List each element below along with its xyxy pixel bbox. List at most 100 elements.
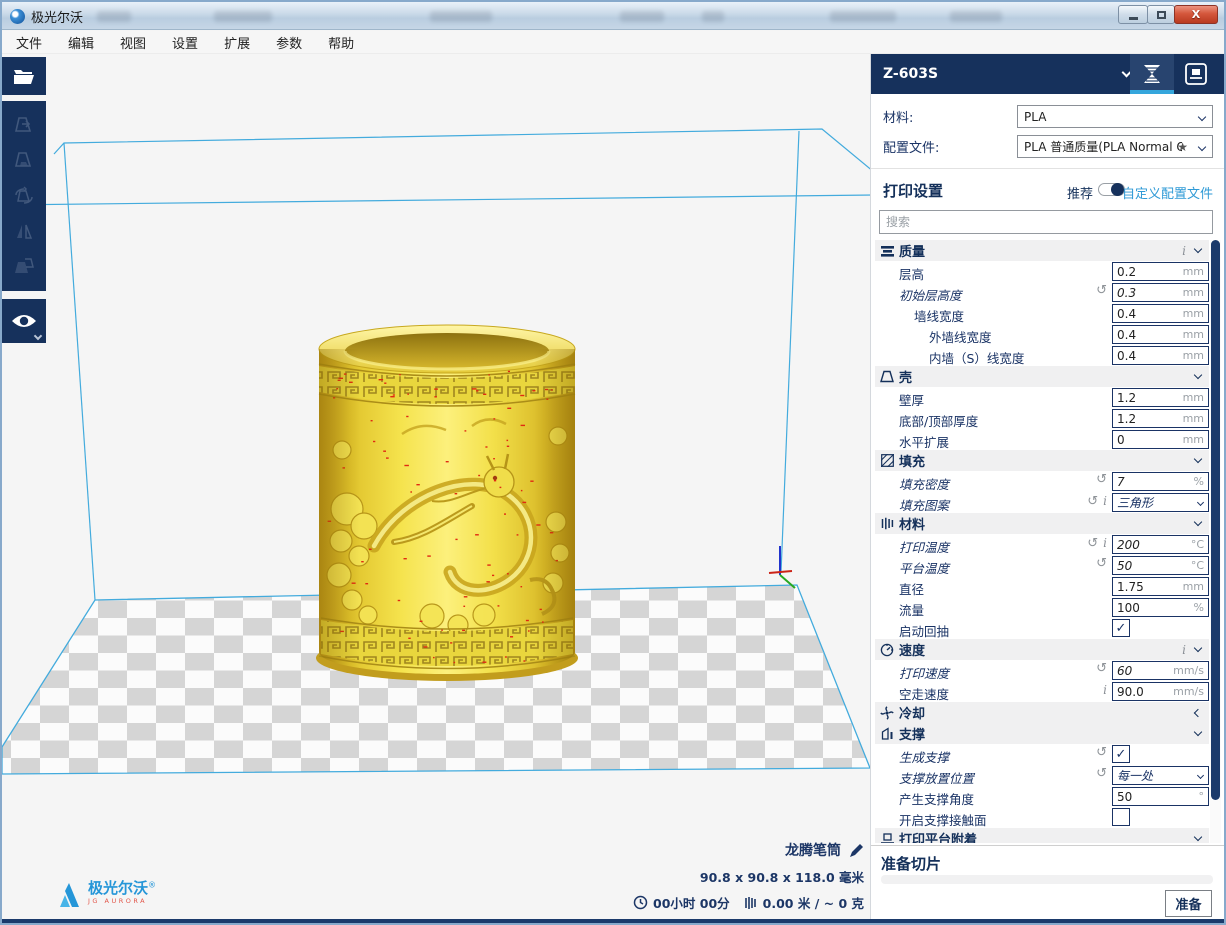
setting-checkbox[interactable]: ✓ bbox=[1112, 745, 1130, 763]
settings-scrollbar[interactable] bbox=[1210, 240, 1221, 843]
setting-checkbox[interactable] bbox=[1112, 808, 1130, 826]
maximize-button[interactable] bbox=[1147, 5, 1175, 24]
setting-input[interactable]: 0.4mm bbox=[1112, 346, 1209, 365]
setting-input[interactable]: 90.0mm/s bbox=[1112, 682, 1209, 701]
setting-input[interactable]: 0.4mm bbox=[1112, 304, 1209, 323]
section-label: 填充 bbox=[899, 451, 925, 470]
rotate-tool-icon[interactable] bbox=[11, 183, 37, 209]
setting-input[interactable]: 50° bbox=[1112, 787, 1209, 806]
scale-tool-icon[interactable] bbox=[11, 147, 37, 173]
search-input[interactable] bbox=[879, 210, 1213, 234]
reset-to-default-icon[interactable]: ↺ bbox=[1087, 495, 1098, 508]
chevron-down-icon bbox=[1197, 499, 1204, 506]
chevron-left-icon bbox=[1194, 708, 1202, 716]
unit-label: mm bbox=[1183, 265, 1204, 278]
menu-settings[interactable]: 设置 bbox=[172, 33, 198, 52]
setting-input[interactable]: 60mm/s bbox=[1112, 661, 1209, 680]
info-icon[interactable]: i bbox=[1182, 244, 1186, 258]
per-model-settings-icon[interactable] bbox=[11, 254, 37, 280]
move-tool-icon[interactable] bbox=[11, 112, 37, 138]
settings-section-material[interactable]: 材料 bbox=[875, 513, 1209, 534]
setting-input[interactable]: 7% bbox=[1112, 472, 1209, 491]
setting-dropdown[interactable]: 三角形 bbox=[1112, 493, 1209, 512]
close-button[interactable]: X bbox=[1174, 5, 1218, 24]
settings-section-adhesion[interactable]: 打印平台附着 bbox=[875, 828, 1209, 843]
setting-checkbox[interactable]: ✓ bbox=[1112, 619, 1130, 637]
settings-section-support[interactable]: 支撑 bbox=[875, 723, 1209, 744]
glass-reflection bbox=[830, 11, 896, 22]
setting-row: 支撑放置位置 ↺ 每一处 bbox=[871, 765, 1225, 786]
setting-label: 打印温度 bbox=[899, 537, 949, 556]
tab-prepare-slice[interactable] bbox=[1130, 54, 1174, 94]
info-icon[interactable]: i bbox=[1103, 683, 1107, 697]
unit-label: mm bbox=[1183, 307, 1204, 320]
setting-input[interactable]: 100% bbox=[1112, 598, 1209, 617]
viewport-canvas[interactable] bbox=[2, 54, 874, 920]
rename-pencil-icon[interactable] bbox=[849, 843, 864, 858]
setting-input[interactable]: 1.2mm bbox=[1112, 388, 1209, 407]
mirror-tool-icon[interactable] bbox=[11, 219, 37, 245]
divider bbox=[871, 168, 1224, 169]
setting-input[interactable]: 0.2mm bbox=[1112, 262, 1209, 281]
menu-edit[interactable]: 编辑 bbox=[68, 33, 94, 52]
print-settings-title: 打印设置 bbox=[883, 180, 943, 201]
setting-label: 层高 bbox=[899, 264, 924, 283]
scrollbar-thumb[interactable] bbox=[1211, 240, 1220, 800]
reset-to-default-icon[interactable]: ↺ bbox=[1096, 473, 1107, 486]
profile-dropdown[interactable]: PLA 普通质量(PLA Normal Qua ★ bbox=[1017, 135, 1213, 158]
unit-label: mm bbox=[1183, 391, 1204, 404]
menu-file[interactable]: 文件 bbox=[16, 33, 42, 52]
setting-label: 支撑放置位置 bbox=[899, 768, 974, 787]
model-name: 龙腾笔筒 bbox=[785, 840, 841, 860]
minimize-button[interactable] bbox=[1118, 5, 1148, 24]
view-mode-button[interactable] bbox=[2, 299, 46, 343]
settings-section-infill[interactable]: 填充 bbox=[875, 450, 1209, 471]
menu-help[interactable]: 帮助 bbox=[328, 33, 354, 52]
setting-row: 开启支撑接触面 bbox=[871, 807, 1225, 828]
material-value: PLA bbox=[1024, 110, 1046, 124]
machine-selector[interactable]: Z-603S bbox=[871, 54, 1224, 94]
reset-to-default-icon[interactable]: ↺ bbox=[1096, 662, 1107, 675]
reset-to-default-icon[interactable]: ↺ bbox=[1087, 537, 1098, 550]
setting-input[interactable]: 1.2mm bbox=[1112, 409, 1209, 428]
menu-extensions[interactable]: 扩展 bbox=[224, 33, 250, 52]
menu-parameters[interactable]: 参数 bbox=[276, 33, 302, 52]
material-dropdown[interactable]: PLA bbox=[1017, 105, 1213, 128]
reset-to-default-icon[interactable]: ↺ bbox=[1096, 557, 1107, 570]
reset-to-default-icon[interactable]: ↺ bbox=[1096, 767, 1107, 780]
model-3d[interactable] bbox=[316, 325, 578, 681]
settings-section-cooling[interactable]: 冷却 bbox=[875, 702, 1209, 723]
settings-section-quality[interactable]: 质量i bbox=[875, 240, 1209, 261]
printer-monitor-icon bbox=[1183, 61, 1209, 87]
setting-input[interactable]: 200°C bbox=[1112, 535, 1209, 554]
open-file-button[interactable] bbox=[2, 57, 46, 95]
setting-input[interactable]: 50°C bbox=[1112, 556, 1209, 575]
info-icon[interactable]: i bbox=[1182, 643, 1186, 657]
custom-profile-link[interactable]: 自定义配置文件 bbox=[1122, 183, 1213, 202]
setting-row: 平台温度↺50°C bbox=[871, 555, 1225, 576]
setting-label: 底部/顶部厚度 bbox=[899, 411, 978, 430]
cooling-icon bbox=[877, 706, 897, 720]
profile-value: PLA 普通质量(PLA Normal Qua bbox=[1024, 138, 1182, 155]
menu-view[interactable]: 视图 bbox=[120, 33, 146, 52]
settings-list: 质量i层高0.2mm初始层高度↺0.3mm墙线宽度0.4mm外墙线宽度0.4mm… bbox=[871, 240, 1225, 843]
unit-label: mm bbox=[1183, 328, 1204, 341]
setting-dropdown[interactable]: 每一处 bbox=[1112, 766, 1209, 785]
title-bar[interactable]: 极光尔沃 X bbox=[2, 2, 1224, 30]
info-icon[interactable]: i bbox=[1103, 536, 1107, 550]
settings-section-shell[interactable]: 壳 bbox=[875, 366, 1209, 387]
tab-printer-monitor[interactable] bbox=[1174, 54, 1218, 94]
setting-input[interactable]: 0.4mm bbox=[1112, 325, 1209, 344]
setting-input[interactable]: 0.3mm bbox=[1112, 283, 1209, 302]
settings-section-speed[interactable]: 速度i bbox=[875, 639, 1209, 660]
settings-panel: Z-603S bbox=[870, 54, 1224, 920]
setting-label: 壁厚 bbox=[899, 390, 924, 409]
prepare-button[interactable]: 准备 bbox=[1165, 890, 1212, 917]
setting-input[interactable]: 1.75mm bbox=[1112, 577, 1209, 596]
setting-input[interactable]: 0mm bbox=[1112, 430, 1209, 449]
viewport-3d[interactable]: 龙腾笔筒 90.8 x 90.8 x 118.0 毫米 00小时 00分 bbox=[2, 54, 874, 920]
recommended-toggle[interactable] bbox=[1098, 183, 1125, 196]
reset-to-default-icon[interactable]: ↺ bbox=[1096, 746, 1107, 759]
reset-to-default-icon[interactable]: ↺ bbox=[1096, 284, 1107, 297]
info-icon[interactable]: i bbox=[1103, 494, 1107, 508]
